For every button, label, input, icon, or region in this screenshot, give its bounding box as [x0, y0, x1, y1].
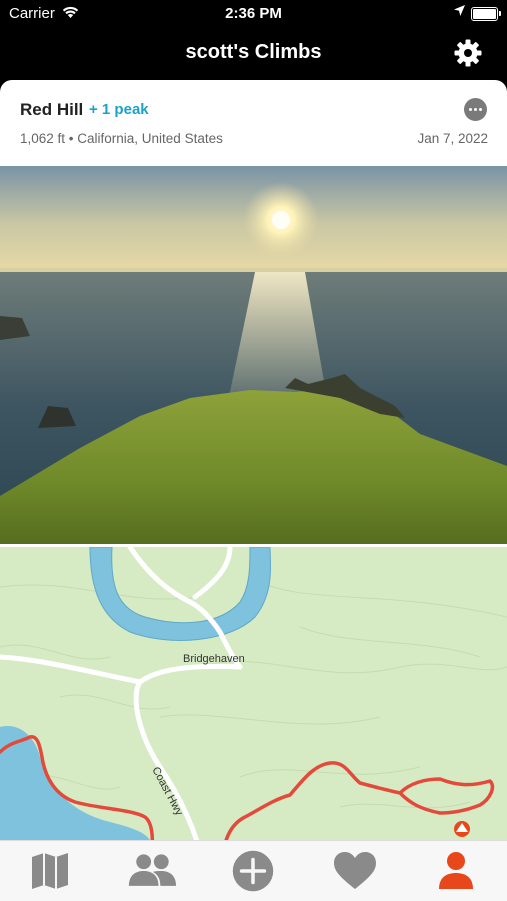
climb-card[interactable]: Red Hill + 1 peak 1,062 ft • California,…	[0, 80, 507, 870]
peak-name[interactable]: Red Hill	[20, 100, 83, 120]
clock: 2:36 PM	[225, 5, 282, 22]
nav-bar: scott's Climbs	[0, 28, 507, 78]
add-icon[interactable]	[228, 849, 278, 893]
profile-icon[interactable]	[431, 849, 481, 893]
map-icon[interactable]	[25, 849, 75, 893]
location-arrow-icon	[454, 5, 465, 16]
climb-meta: 1,062 ft • California, United States	[20, 131, 223, 146]
topo-map	[0, 547, 507, 870]
page-title: scott's Climbs	[185, 41, 322, 63]
more-options-icon[interactable]	[464, 98, 487, 121]
sunset-ocean-image	[0, 166, 507, 544]
map-town-label: Bridgehaven	[183, 653, 245, 665]
route-map[interactable]: Bridgehaven Coast Hwy	[0, 547, 507, 870]
battery-icon	[471, 7, 501, 21]
people-icon[interactable]	[127, 849, 177, 893]
extra-peaks-link[interactable]: + 1 peak	[89, 101, 149, 118]
climb-photo[interactable]	[0, 166, 507, 544]
tab-bar	[0, 840, 507, 901]
status-bar: Carrier 2:36 PM	[0, 0, 507, 28]
settings-gear-icon[interactable]	[453, 38, 483, 68]
heart-icon[interactable]	[330, 849, 380, 893]
climb-date: Jan 7, 2022	[417, 131, 488, 146]
